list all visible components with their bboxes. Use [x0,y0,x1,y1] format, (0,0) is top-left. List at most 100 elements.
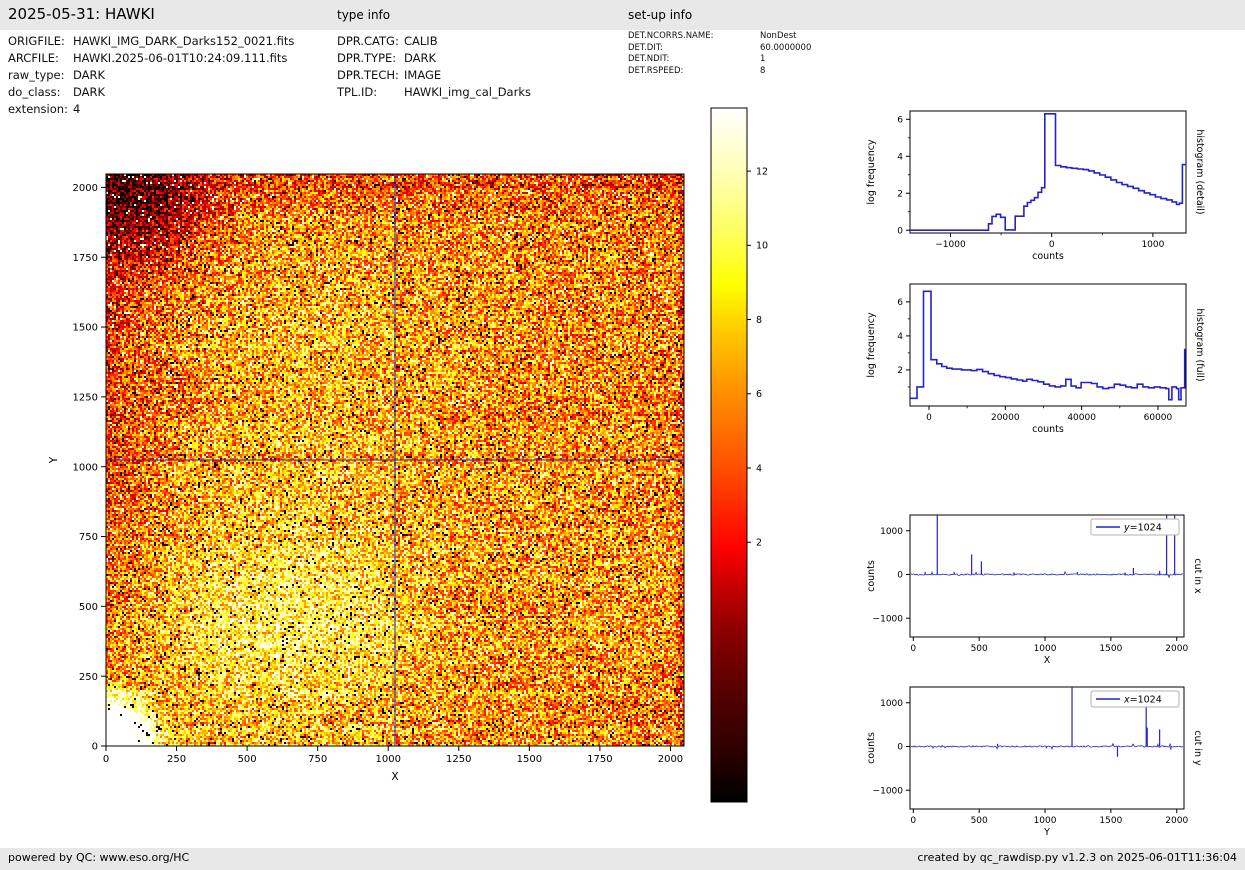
tick-label: 60000 [1144,413,1173,423]
tick-label: 0 [897,743,903,753]
info-row: DPR.TECH:IMAGE [337,67,531,84]
tick-label: 1500 [517,754,542,765]
info-row: DET.RSPEED:8 [628,66,811,78]
y-axis-label: counts [866,732,877,764]
tick-label: 0 [897,571,903,581]
colorbar-tick-label: 8 [756,315,762,326]
colorbar-tick-label: 10 [756,241,768,252]
plot-frame-hist-detail [910,111,1186,233]
field-label: DPR.TYPE: [337,50,404,67]
tick-label: 1750 [73,253,98,264]
title-bar: 2025-05-31: HAWKI type info set-up info [0,0,1245,30]
type-info-header: type info [337,8,390,22]
x-axis-label: Y [1043,827,1050,838]
field-value: HAWKI_IMG_DARK_Darks152_0021.fits [73,34,294,48]
colorbar-tick-label: 6 [756,389,762,400]
histogram-series [910,114,1186,230]
field-value: 60.0000000 [760,43,811,53]
field-label: extension: [8,101,73,118]
setup-info-header: set-up info [628,8,692,22]
x-axis-label: counts [1032,424,1064,435]
setup-info-block: DET.NCORRS.NAME:NonDest DET.DIT:60.00000… [628,31,811,77]
tick-label: 2 [897,366,903,376]
tick-label: 1250 [446,754,471,765]
file-info-block: ORIGFILE:HAWKI_IMG_DARK_Darks152_0021.fi… [8,33,294,118]
field-label: TPL.ID: [337,84,404,101]
type-info-block: DPR.CATG:CALIB DPR.TYPE:DARK DPR.TECH:IM… [337,33,531,101]
tick-label: 0 [92,742,98,753]
tick-label: 0 [103,754,109,765]
tick-label: 1000 [1034,644,1057,654]
tick-label: 4 [897,332,903,342]
tick-label: 750 [308,754,327,765]
tick-label: 1750 [587,754,612,765]
tick-label: 20000 [991,413,1020,423]
field-label: DET.NDIT: [628,54,760,66]
tick-label: 40000 [1067,413,1096,423]
footer-powered-by: powered by QC: www.eso.org/HC [8,851,189,864]
tick-label: 2000 [1165,816,1188,826]
right-axis-label: cut in x [1192,558,1203,594]
tick-label: 1000 [73,462,98,473]
info-row: DET.NCORRS.NAME:NonDest [628,31,811,43]
field-value: HAWKI_img_cal_Darks [404,85,531,99]
field-value: DARK [73,68,105,82]
field-value: IMAGE [404,68,441,82]
dark-frame-image [106,174,684,746]
tick-label: 0 [926,413,932,423]
tick-label: 500 [79,602,98,613]
tick-label: 0 [910,816,916,826]
cut-baseline [911,572,1183,577]
colorbar-tick-label: 4 [756,463,762,474]
tick-label: 4 [897,153,903,163]
tick-label: 500 [971,644,988,654]
plot-frame-cut-y [910,687,1184,809]
tick-label: 0 [897,226,903,236]
tick-label: 1250 [73,392,98,403]
tick-label: 750 [79,532,98,543]
tick-label: 2000 [658,754,683,765]
tick-label: −1000 [873,786,904,796]
field-label: DPR.TECH: [337,67,404,84]
cut-baseline [911,744,1183,749]
tick-label: 0 [1049,240,1055,250]
info-row: DET.NDIT:1 [628,54,811,66]
tick-label: −1000 [873,614,904,624]
info-row: ORIGFILE:HAWKI_IMG_DARK_Darks152_0021.fi… [8,33,294,50]
field-value: CALIB [404,34,438,48]
tick-label: 250 [79,672,98,683]
legend-box [1091,691,1179,707]
tick-label: 250 [167,754,186,765]
field-label: ORIGFILE: [8,33,73,50]
tick-label: 1000 [880,699,903,709]
right-axis-label: histogram (full) [1194,308,1205,381]
info-row: extension:4 [8,101,294,118]
tick-label: 1000 [1034,816,1057,826]
legend-label: x=1024 [1123,694,1162,705]
field-label: DET.RSPEED: [628,66,760,78]
info-row: DPR.TYPE:DARK [337,50,531,67]
tick-label: 500 [971,816,988,826]
field-value: 8 [760,66,765,76]
field-value: DARK [73,85,105,99]
info-row: raw_type:DARK [8,67,294,84]
colorbar-tick-label: 12 [756,166,768,177]
legend-label: y=1024 [1123,522,1162,533]
tick-label: 2 [897,189,903,199]
plot-frame-hist-full [910,284,1186,406]
field-value: 1 [760,54,765,64]
tick-label: 6 [897,298,903,308]
field-label: raw_type: [8,67,73,84]
tick-label: 2000 [1165,644,1188,654]
tick-label: 1000 [376,754,401,765]
footer-bar: powered by QC: www.eso.org/HC created by… [0,848,1245,870]
tick-label: 500 [238,754,257,765]
tick-label: 1500 [73,323,98,334]
field-label: DET.DIT: [628,43,760,55]
y-axis-label: log frequency [866,312,877,378]
info-row: do_class:DARK [8,84,294,101]
y-axis-label: Y [48,456,60,464]
y-axis-label: counts [866,560,877,592]
colorbar-tick-label: 2 [756,538,762,549]
footer-created-by: created by qc_rawdisp.py v1.2.3 on 2025-… [917,851,1237,864]
